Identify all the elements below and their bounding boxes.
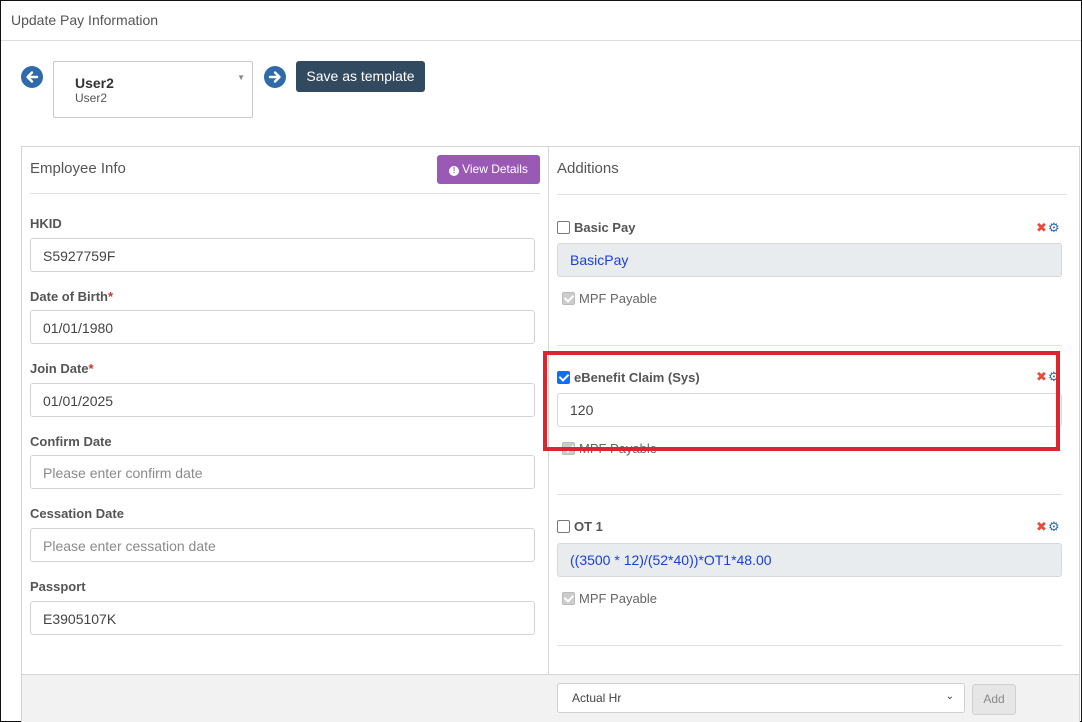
join-date-field[interactable]: 01/01/2025 — [30, 383, 535, 417]
remove-icon[interactable]: ✖ — [1036, 220, 1048, 236]
user-name: User2 — [75, 75, 114, 91]
join-date-label: Join Date* — [30, 361, 94, 376]
window-title: Update Pay Information — [1, 1, 1081, 41]
passport-field[interactable]: E3905107K — [30, 601, 535, 635]
info-icon: ! — [449, 166, 460, 176]
dob-field[interactable]: 01/01/1980 — [30, 310, 535, 344]
ot1-mpf: MPF Payable — [562, 591, 657, 606]
cessation-date-field[interactable]: Please enter cessation date — [30, 528, 535, 562]
addition-type-select[interactable]: Actual Hr ⌄ — [557, 683, 965, 713]
divider — [557, 645, 1062, 646]
gear-icon[interactable]: ⚙ — [1048, 519, 1060, 535]
highlight-box — [543, 351, 1060, 451]
addition-item-ot1: OT 1 — [557, 519, 603, 534]
row-actions: ✖⚙ — [1036, 519, 1060, 535]
dob-label: Date of Birth* — [30, 289, 114, 304]
ot1-formula[interactable]: ((3500 * 12)/(52*40))*OT1*48.00 — [557, 543, 1062, 577]
confirm-date-label: Confirm Date — [30, 434, 112, 449]
previous-user-icon[interactable] — [21, 66, 43, 88]
view-details-button[interactable]: ! View Details — [437, 155, 540, 184]
basic-pay-mpf: MPF Payable — [562, 291, 657, 306]
mpf-checkbox — [562, 592, 575, 605]
row-actions: ✖⚙ — [1036, 220, 1060, 236]
ot1-checkbox[interactable] — [557, 520, 570, 533]
divider — [557, 494, 1062, 495]
basic-pay-formula[interactable]: BasicPay — [557, 243, 1062, 277]
chevron-down-icon: ▼ — [237, 73, 245, 82]
next-user-icon[interactable] — [264, 66, 286, 88]
basic-pay-checkbox[interactable] — [557, 221, 570, 234]
additions-heading: Additions — [557, 160, 619, 177]
user-sub: User2 — [75, 91, 108, 105]
confirm-date-field[interactable]: Please enter confirm date — [30, 455, 535, 489]
remove-icon[interactable]: ✖ — [1036, 519, 1048, 535]
add-button[interactable]: Add — [972, 684, 1016, 715]
cessation-date-label: Cessation Date — [30, 506, 124, 521]
addition-item-basic-pay: Basic Pay — [557, 220, 635, 235]
chevron-down-icon: ⌄ — [945, 691, 954, 702]
save-as-template-button[interactable]: Save as template — [296, 61, 425, 92]
hkid-field[interactable]: S5927759F — [30, 238, 535, 272]
passport-label: Passport — [30, 579, 86, 594]
divider — [557, 345, 1062, 346]
divider — [557, 194, 1067, 195]
mpf-checkbox — [562, 292, 575, 305]
hkid-label: HKID — [30, 216, 62, 231]
view-details-label: View Details — [462, 162, 528, 176]
divider — [30, 193, 540, 194]
user-select[interactable]: User2 User2 ▼ — [53, 61, 253, 118]
employee-info-heading: Employee Info — [30, 160, 126, 177]
gear-icon[interactable]: ⚙ — [1048, 220, 1060, 236]
